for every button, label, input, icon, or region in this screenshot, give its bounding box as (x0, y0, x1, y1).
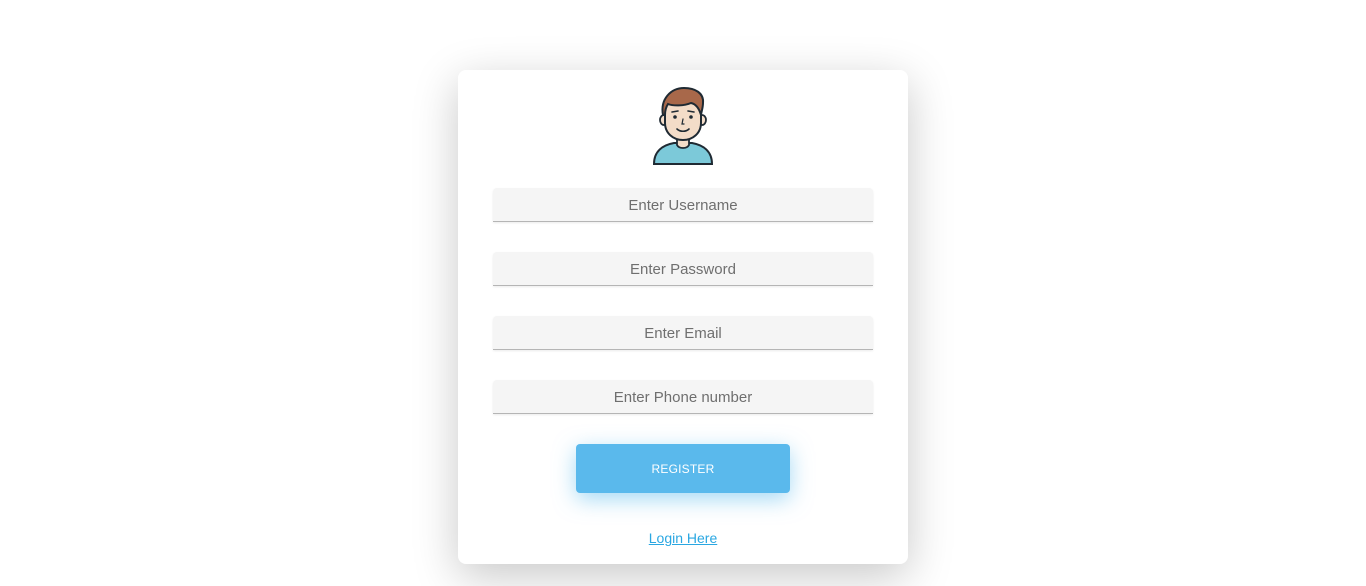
register-card: REGISTER Login Here (458, 70, 908, 564)
register-button[interactable]: REGISTER (576, 444, 790, 493)
login-here-link[interactable]: Login Here (458, 530, 908, 546)
phone-number-field[interactable] (493, 380, 873, 414)
username-field[interactable] (493, 188, 873, 222)
user-avatar-icon (652, 86, 714, 165)
email-field[interactable] (493, 316, 873, 350)
password-field[interactable] (493, 252, 873, 286)
